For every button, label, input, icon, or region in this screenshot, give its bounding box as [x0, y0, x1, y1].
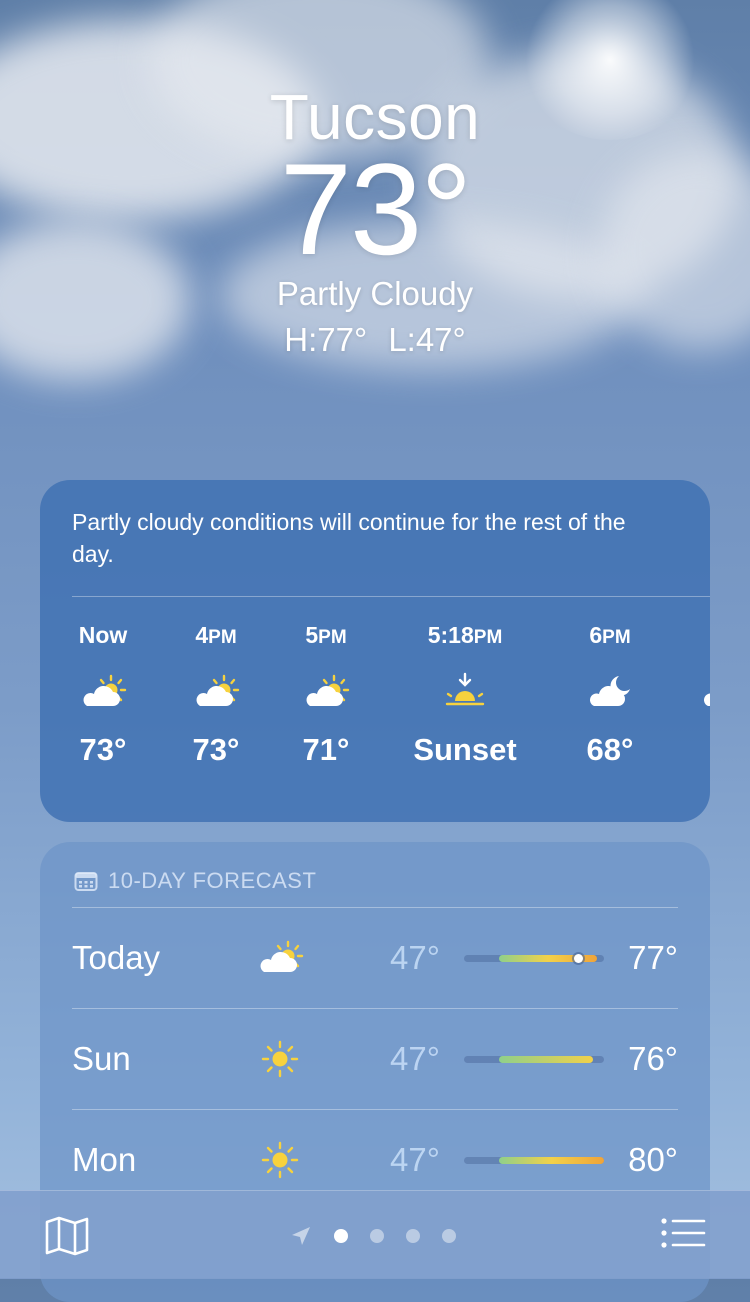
condition-text: Partly Cloudy [276, 275, 474, 312]
hour-item: 7 6 [654, 620, 710, 770]
temperature-range-bar [464, 954, 604, 963]
page-indicator[interactable] [290, 1225, 456, 1247]
sun-icon [252, 1138, 308, 1182]
temperature-range-fill [499, 1056, 593, 1063]
forecast-header-label: 10-DAY FORECAST [108, 868, 317, 893]
temperature-range-bar [464, 1157, 604, 1164]
high-temp: H:77° [284, 321, 368, 358]
hour-time: 7 [654, 620, 710, 650]
forecast-high: 80° [628, 1141, 678, 1178]
high-low: H:77° L:47° [0, 320, 750, 360]
hourly-strip[interactable]: Now 73° 4PM 73° 5PM 71° 5:18PM Sunset 6P… [40, 620, 710, 790]
temperature-range-fill [499, 1157, 604, 1164]
hour-item: 5:18PM Sunset [395, 620, 535, 770]
page-dot[interactable] [406, 1229, 420, 1243]
forecast-day: Mon [72, 1141, 137, 1178]
page-dot[interactable] [334, 1229, 348, 1243]
forecast-row[interactable]: Today 47° 77° [72, 908, 678, 1008]
forecast-low: 47° [390, 1141, 440, 1178]
partly-cloudy-night-icon [654, 662, 710, 722]
hour-temperature: 6 [654, 730, 710, 770]
hourly-summary: Partly cloudy conditions will continue f… [72, 509, 626, 567]
current-temperature: 73° [279, 136, 473, 282]
forecast-row[interactable]: Sun 47° 76° [72, 1009, 678, 1109]
hour-time: 5:18PM [427, 622, 503, 648]
map-icon [45, 1216, 89, 1256]
partly-cloudy-icon [252, 936, 308, 980]
calendar-icon [74, 872, 98, 891]
sun-icon [252, 1037, 308, 1081]
forecast-day: Today [72, 939, 161, 976]
bottom-toolbar [0, 1190, 750, 1279]
hourly-forecast-card[interactable]: Partly cloudy conditions will continue f… [40, 480, 710, 822]
forecast-day: Sun [72, 1040, 131, 1077]
forecast-high: 77° [628, 939, 678, 976]
partly-cloudy-icon [256, 662, 396, 722]
low-temp: L:47° [388, 321, 466, 358]
page-dot[interactable] [442, 1229, 456, 1243]
sunset-icon [395, 662, 535, 722]
forecast-low: 47° [390, 939, 440, 976]
hour-temperature: Sunset [413, 732, 517, 767]
list-icon [661, 1218, 706, 1248]
hour-time: 5PM [305, 622, 347, 648]
forecast-low: 47° [390, 1040, 440, 1077]
location-arrow-icon [292, 1227, 310, 1245]
divider [72, 596, 710, 597]
hour-item: 5PM 71° [256, 620, 396, 770]
locations-list-button[interactable] [660, 1217, 706, 1255]
page-dot[interactable] [370, 1229, 384, 1243]
hour-temperature: 71° [302, 732, 350, 767]
map-button[interactable] [44, 1215, 90, 1257]
current-conditions: Tucson 73° Partly Cloudy H:77° L:47° [0, 80, 750, 360]
forecast-high: 76° [628, 1040, 678, 1077]
forecast-header: 10-DAY FORECAST [74, 868, 316, 894]
temperature-range-bar [464, 1056, 604, 1063]
